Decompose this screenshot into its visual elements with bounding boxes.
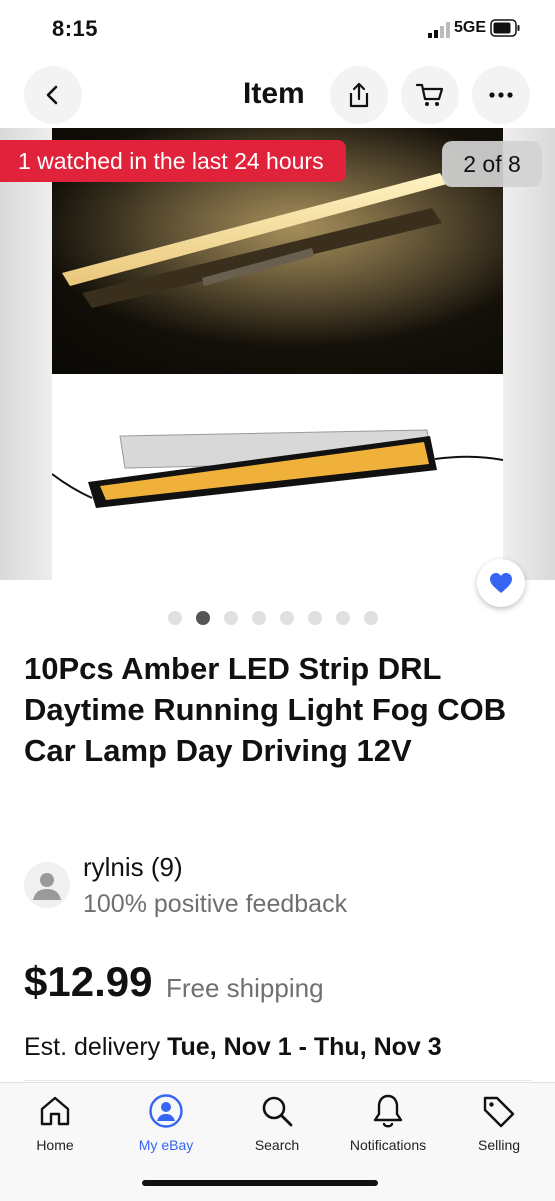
top-header: Item: [0, 66, 555, 126]
status-time: 8:15: [52, 16, 99, 41]
cart-button[interactable]: [401, 66, 459, 124]
status-bar: 8:15 5GE: [0, 0, 555, 60]
page-dot-active[interactable]: [196, 611, 210, 625]
page-dot[interactable]: [364, 611, 378, 625]
page-dot[interactable]: [252, 611, 266, 625]
bell-icon: [373, 1094, 403, 1128]
tab-label: Search: [254, 1137, 300, 1153]
seller-info[interactable]: rylnis (9) 100% positive feedback: [24, 852, 524, 918]
page-title: Item: [243, 77, 305, 110]
listing-title: 10Pcs Amber LED Strip DRL Daytime Runnin…: [24, 651, 507, 768]
page-dot[interactable]: [168, 611, 182, 625]
tab-label: Notifications: [349, 1137, 427, 1153]
product-image[interactable]: [51, 128, 504, 580]
cart-icon: [415, 83, 444, 106]
more-icon: [489, 92, 513, 98]
heart-icon: [490, 573, 512, 593]
tab-label: My eBay: [138, 1137, 194, 1153]
share-button[interactable]: [330, 66, 388, 124]
page-dot[interactable]: [280, 611, 294, 625]
account-icon: [149, 1094, 183, 1128]
image-gallery[interactable]: [0, 128, 555, 580]
more-options-button[interactable]: [472, 66, 530, 124]
home-indicator: [142, 1180, 378, 1186]
tab-home[interactable]: Home: [0, 1091, 110, 1161]
delivery-label: Est. delivery: [24, 1033, 168, 1061]
tag-icon: [483, 1096, 515, 1128]
avatar[interactable]: [24, 862, 70, 908]
previous-image-peek[interactable]: [0, 128, 52, 580]
battery-icon: [490, 19, 520, 37]
strip-product-photo: [51, 374, 504, 580]
search-icon: [262, 1096, 293, 1127]
tab-search[interactable]: Search: [222, 1091, 332, 1161]
share-icon: [349, 82, 369, 108]
user-placeholder-icon: [33, 873, 61, 900]
page-dot[interactable]: [308, 611, 322, 625]
seller-name[interactable]: rylnis (9): [83, 852, 183, 883]
back-button[interactable]: [24, 66, 82, 124]
tab-label: Home: [36, 1137, 74, 1153]
item-price: $12.99: [24, 958, 153, 1005]
watchers-badge: 1 watched in the last 24 hours: [0, 140, 346, 182]
page-dot[interactable]: [224, 611, 238, 625]
image-counter: 2 of 8: [442, 141, 542, 187]
signal-icon: [428, 22, 450, 38]
home-icon: [40, 1096, 70, 1126]
image-pagination: [168, 611, 378, 625]
delivery-dates: Tue, Nov 1 - Thu, Nov 3: [167, 1033, 442, 1061]
tab-selling[interactable]: Selling: [444, 1091, 554, 1161]
shipping-info: Free shipping: [166, 973, 324, 1003]
estimated-delivery: Est. delivery Tue, Nov 1 - Thu, Nov 3: [24, 1033, 442, 1062]
tab-label: Selling: [477, 1137, 521, 1153]
tab-my-ebay[interactable]: My eBay: [111, 1091, 221, 1161]
chevron-left-icon: [46, 85, 58, 105]
network-type: 5GE: [454, 19, 487, 36]
seller-feedback: 100% positive feedback: [83, 890, 348, 918]
page-dot[interactable]: [336, 611, 350, 625]
divider: [24, 1080, 532, 1081]
watch-button[interactable]: [477, 559, 525, 607]
tab-notifications[interactable]: Notifications: [333, 1091, 443, 1161]
next-image-peek[interactable]: [503, 128, 555, 580]
